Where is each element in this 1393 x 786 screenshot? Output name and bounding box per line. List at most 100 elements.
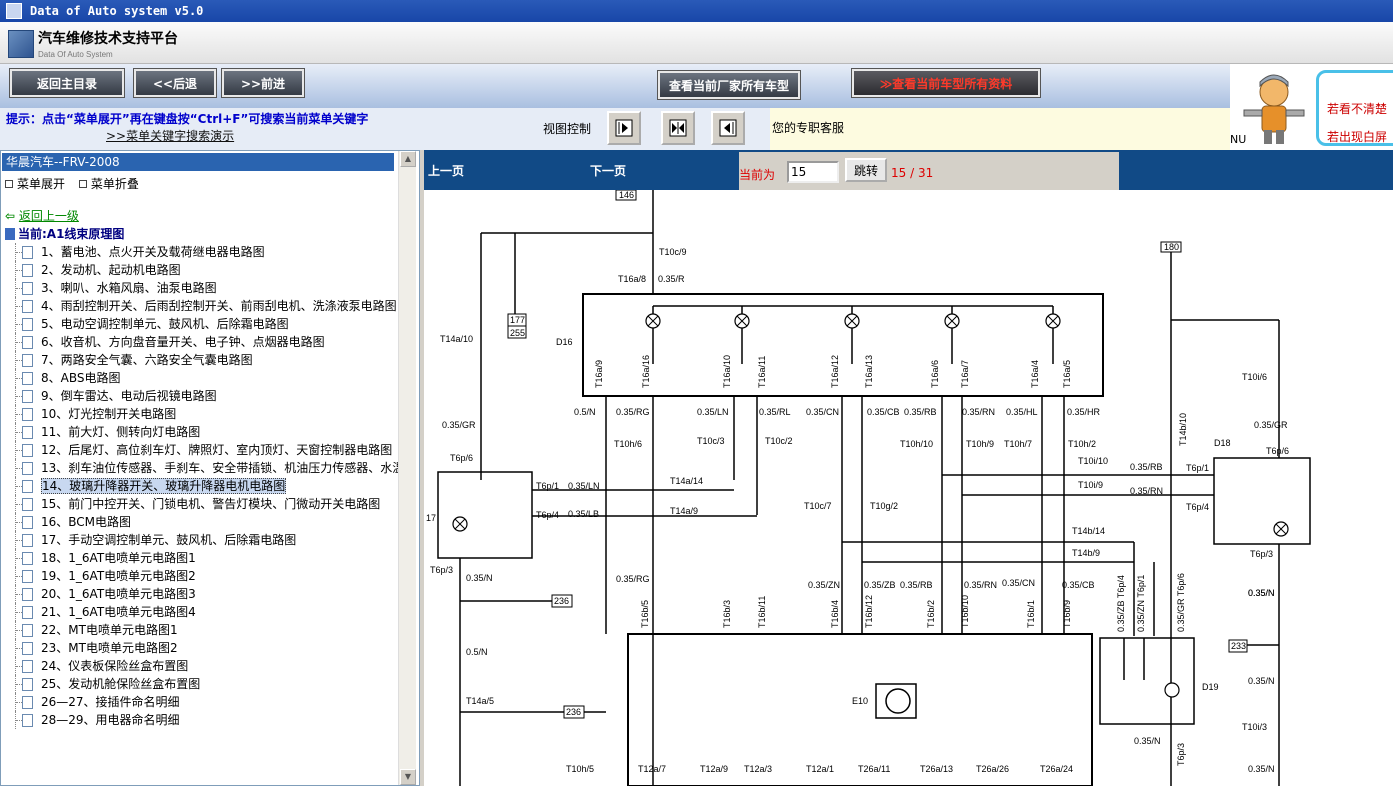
menu-item[interactable]: 3、喇叭、水箱风扇、油泵电路图	[9, 279, 401, 297]
menu-item[interactable]: 5、电动空调控制单元、鼓风机、后除霜电路图	[9, 315, 401, 333]
menu-item[interactable]: 19、1_6AT电喷单元电路图2	[9, 567, 401, 585]
menu-item[interactable]: 4、雨刮控制开关、后雨刮控制开关、前雨刮电机、洗涤液泵电路图	[9, 297, 401, 315]
page-number-input[interactable]	[787, 161, 839, 183]
scroll-up-icon[interactable]: ▲	[400, 151, 416, 167]
d19-label: T10i/3	[1242, 722, 1267, 732]
wire-label: 0.35/ZN	[808, 580, 840, 590]
menu-item-label: 5、电动空调控制单元、鼓风机、后除霜电路图	[41, 317, 289, 331]
menu-collapse-link[interactable]: 菜单折叠	[91, 177, 139, 191]
d16-pin: T16a/10	[722, 355, 732, 388]
help-line-1: 若看不清楚	[1327, 102, 1388, 116]
menu-item[interactable]: 24、仪表板保险丝盒布置图	[9, 657, 401, 675]
menu-item-label: 13、刹车油位传感器、手刹车、安全带插锁、机油压力传感器、水温	[41, 461, 401, 475]
switch-label: 0.35/LN	[568, 481, 600, 491]
menu-item[interactable]: 16、BCM电路图	[9, 513, 401, 531]
menu-item[interactable]: 15、前门中控开关、门锁电机、警告灯模块、门微动开关电路图	[9, 495, 401, 513]
home-button[interactable]: 返回主目录	[9, 68, 125, 98]
conn-label: T14a/14	[670, 476, 703, 486]
e10-pin: T16b/5	[640, 600, 650, 628]
right-label: T14b/10	[1178, 413, 1188, 446]
menu-item[interactable]: 8、ABS电路图	[9, 369, 401, 387]
forward-button[interactable]: >>前进	[221, 68, 305, 98]
menu-item[interactable]: 7、两路安全气囊、六路安全气囊电路图	[9, 351, 401, 369]
all-data-button[interactable]: ≫查看当前车型所有资料	[851, 68, 1041, 98]
menu-item-label: 12、后尾灯、高位刹车灯、牌照灯、室内顶灯、天窗控制器电路图	[41, 443, 393, 457]
conn-label: T10h/7	[1004, 439, 1032, 449]
e10-pin: T16b/1	[1026, 600, 1036, 628]
lower-label: 236	[566, 707, 581, 717]
menu-expand-link[interactable]: 菜单展开	[17, 177, 65, 191]
lower-label: T14a/5	[466, 696, 494, 706]
menu-scrollbar[interactable]: ▲ ▼	[398, 151, 416, 785]
all-models-button[interactable]: 查看当前厂家所有车型	[657, 70, 801, 100]
e10-pin: T16b/11	[757, 596, 767, 628]
menu-item[interactable]: 12、后尾灯、高位刹车灯、牌照灯、室内顶灯、天窗控制器电路图	[9, 441, 401, 459]
diagram-label: D16	[556, 337, 573, 347]
wire-label: 0.35/HL	[1006, 407, 1038, 417]
expand-left-icon	[719, 119, 737, 137]
jump-button[interactable]: 跳转	[845, 158, 887, 182]
document-icon	[22, 480, 33, 493]
menu-item[interactable]: 26—27、接插件命名明细	[9, 693, 401, 711]
back-level-link[interactable]: 返回上一级	[19, 209, 79, 223]
view-left-button[interactable]	[711, 111, 745, 145]
wire-label: 0.35/LN	[697, 407, 729, 417]
d19-label: 0.35/N	[1248, 676, 1275, 686]
document-icon	[22, 282, 33, 295]
expand-square-icon	[5, 180, 13, 188]
app-icon	[6, 3, 22, 19]
vehicle-title: 华晨汽车--FRV-2008	[2, 153, 394, 171]
back-level[interactable]: ⇦ 返回上一级	[5, 207, 79, 224]
menu-item[interactable]: 9、倒车雷达、电动后视镜电路图	[9, 387, 401, 405]
menu-item[interactable]: 28—29、用电器命名明细	[9, 711, 401, 729]
view-split-button[interactable]	[661, 111, 695, 145]
menu-item[interactable]: 13、刹车油位传感器、手刹车、安全带插锁、机油压力传感器、水温	[9, 459, 401, 477]
document-icon	[22, 516, 33, 529]
menu-item[interactable]: 25、发动机舱保险丝盒布置图	[9, 675, 401, 693]
back-button[interactable]: <<后退	[133, 68, 217, 98]
menu-item[interactable]: 11、前大灯、侧转向灯电路图	[9, 423, 401, 441]
view-control-label: 视图控制	[543, 122, 592, 136]
right-label: T10i/9	[1078, 480, 1103, 490]
wire-label: 0.35/RN	[964, 580, 997, 590]
right-label: T10i/6	[1242, 372, 1267, 382]
menu-item[interactable]: 1、蓄电池、点火开关及载荷继电器电路图	[9, 243, 401, 261]
view-right-button[interactable]	[607, 111, 641, 145]
search-demo-link[interactable]: >>菜单关键字搜索演示	[106, 127, 234, 144]
customer-service-label: 您的专职客服	[770, 108, 1230, 150]
menu-item[interactable]: 17、手动空调控制单元、鼓风机、后除霜电路图	[9, 531, 401, 549]
scroll-down-icon[interactable]: ▼	[400, 769, 416, 785]
prev-page-link[interactable]: 上一页	[428, 162, 464, 179]
conn-label: T10h/2	[1068, 439, 1096, 449]
diagram-menu: 1、蓄电池、点火开关及载荷继电器电路图 2、发动机、起动机电路图 3、喇叭、水箱风扇…	[9, 243, 401, 729]
right-label: T10i/10	[1078, 456, 1108, 466]
menu-item-label: 4、雨刮控制开关、后雨刮控制开关、前雨刮电机、洗涤液泵电路图	[41, 299, 397, 313]
document-icon	[22, 426, 33, 439]
page-navigation: 上一页 下一页 当前为 跳转 15 / 31	[424, 150, 1393, 190]
menu-item[interactable]: 20、1_6AT电喷单元电路图3	[9, 585, 401, 603]
menu-item[interactable]: 21、1_6AT电喷单元电路图4	[9, 603, 401, 621]
document-icon	[22, 300, 33, 313]
menu-item[interactable]: 10、灯光控制开关电路图	[9, 405, 401, 423]
toolbar: 返回主目录 <<后退 >>前进 查看当前厂家所有车型 ≫查看当前车型所有资料	[0, 64, 1230, 108]
menu-item[interactable]: 6、收音机、方向盘音量开关、电子钟、点烟器电路图	[9, 333, 401, 351]
document-icon	[22, 552, 33, 565]
e10-bottom-pin: T12a/1	[806, 764, 834, 774]
menu-item[interactable]: 18、1_6AT电喷单元电路图1	[9, 549, 401, 567]
brand-title: 汽车维修技术支持平台	[38, 31, 178, 47]
next-page-link[interactable]: 下一页	[590, 162, 626, 179]
menu-item-label: 25、发动机舱保险丝盒布置图	[41, 677, 201, 691]
right-label: T6p/6	[1266, 446, 1289, 456]
menu-item[interactable]: 2、发动机、起动机电路图	[9, 261, 401, 279]
e10-pin: T16b/9	[1062, 600, 1072, 628]
right-label: T14b/14	[1072, 526, 1105, 536]
document-icon	[22, 408, 33, 421]
menu-item[interactable]: 23、MT电喷单元电路图2	[9, 639, 401, 657]
menu-item-label: 28—29、用电器命名明细	[41, 713, 180, 727]
menu-item[interactable]: 22、MT电喷单元电路图1	[9, 621, 401, 639]
switch-label: T6p/1	[536, 481, 559, 491]
vert-label: 0.35/GR T6p/6	[1176, 573, 1186, 632]
lower-label: 0.5/N	[466, 647, 488, 657]
help-banner[interactable]: NU 若看不清楚 若出现白屏	[1230, 64, 1393, 150]
menu-item[interactable]: 14、玻璃升降器开关、玻璃升降器电机电路图	[9, 477, 401, 495]
